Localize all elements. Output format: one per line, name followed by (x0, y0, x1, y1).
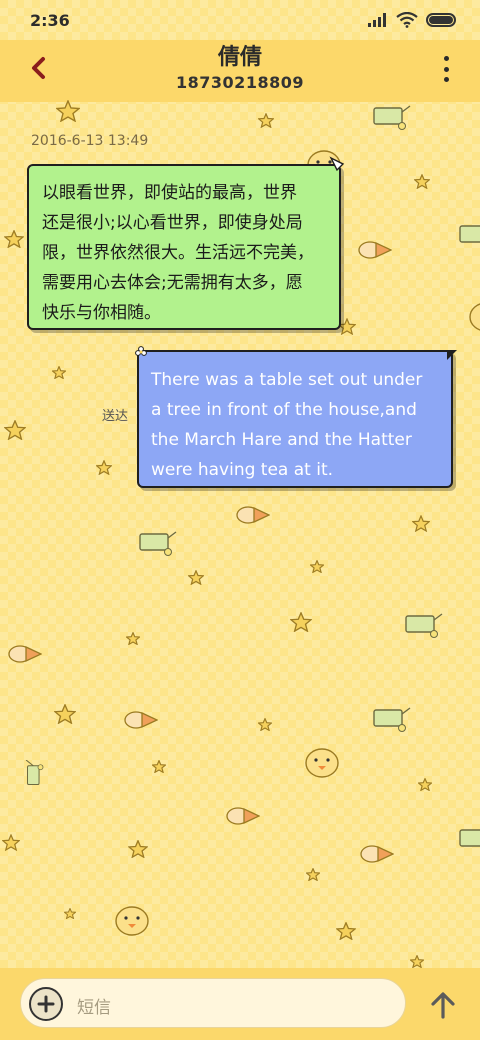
back-button[interactable] (22, 52, 54, 84)
star-decoration-icon (152, 760, 166, 773)
drink-decoration-icon (459, 829, 480, 847)
star-decoration-icon (258, 113, 274, 128)
ice-cream-decoration-icon (358, 241, 392, 259)
arrow-up-icon (431, 992, 455, 1019)
flower-decoration-icon (135, 346, 147, 356)
chick-decoration-icon (469, 303, 480, 331)
delivery-status: 送达 (102, 409, 129, 424)
message-line: 限，世界依然很大。生活远不完美， (42, 243, 314, 263)
star-decoration-icon (418, 778, 432, 791)
star-decoration-icon (56, 100, 80, 122)
signal-icon (368, 13, 386, 27)
conversation-header: 倩倩 18730218809 (0, 40, 480, 102)
message-line: 需要用心去体会;无需拥有太多，愿 (42, 273, 303, 293)
composer-bar: 短信 (0, 968, 480, 1040)
message-line: a tree in front of the house,and (151, 400, 417, 420)
star-decoration-icon (96, 460, 112, 475)
drink-decoration-icon (405, 613, 443, 638)
star-decoration-icon (258, 718, 272, 731)
star-decoration-icon (188, 570, 204, 585)
outgoing-message-bubble[interactable]: There was a table set out under a tree i… (135, 346, 457, 488)
ice-cream-decoration-icon (124, 711, 158, 729)
drink-decoration-icon (459, 225, 480, 243)
star-decoration-icon (310, 560, 324, 573)
message-input[interactable]: 短信 (20, 978, 406, 1028)
star-decoration-icon (290, 612, 312, 632)
star-decoration-icon (128, 840, 148, 858)
more-vertical-icon (443, 56, 449, 61)
star-decoration-icon (126, 632, 140, 645)
message-line: 快乐与你相随。 (42, 303, 161, 323)
battery-icon (426, 13, 456, 27)
ice-cream-decoration-icon (360, 845, 394, 863)
message-line: There was a table set out under (151, 370, 423, 390)
drink-decoration-icon (139, 531, 177, 556)
star-decoration-icon (64, 908, 76, 919)
status-bar: 2:36 (0, 0, 480, 40)
star-decoration-icon (412, 515, 430, 532)
message-input-placeholder: 短信 (77, 998, 111, 1018)
star-decoration-icon (54, 704, 76, 724)
star-decoration-icon (2, 834, 20, 851)
star-decoration-icon (410, 955, 424, 968)
incoming-message-bubble[interactable]: 以眼看世界，即使站的最高，世界 还是很小;以心看世界，即使身处局 限，世界依然很… (27, 156, 345, 330)
status-icons (368, 12, 456, 28)
status-time: 2:36 (30, 10, 70, 30)
contact-title[interactable]: 倩倩 18730218809 (90, 44, 390, 94)
chick-decoration-icon (115, 906, 149, 936)
message-timestamp: 2016-6-13 13:49 (31, 133, 149, 149)
ice-cream-decoration-icon (8, 645, 42, 663)
chevron-left-icon (32, 57, 45, 79)
more-options-button[interactable] (440, 56, 452, 82)
add-attachment-button[interactable] (29, 987, 63, 1021)
star-decoration-icon (4, 420, 26, 440)
drink-decoration-icon (25, 760, 44, 786)
message-line: the March Hare and the Hatter (151, 430, 412, 450)
star-decoration-icon (4, 230, 24, 248)
message-line: were having tea at it. (151, 460, 334, 480)
message-line: 还是很小;以心看世界，即使身处局 (42, 213, 303, 233)
contact-number: 18730218809 (176, 73, 304, 92)
drink-decoration-icon (373, 707, 411, 732)
star-decoration-icon (336, 922, 356, 940)
bubble-corner-decoration-icon (329, 156, 345, 172)
send-button[interactable] (428, 990, 458, 1020)
star-decoration-icon (414, 174, 430, 189)
contact-name: 倩倩 (217, 45, 262, 70)
star-decoration-icon (306, 868, 320, 881)
chick-decoration-icon (305, 748, 339, 778)
wifi-icon (396, 12, 418, 28)
plus-icon (37, 995, 55, 1013)
ice-cream-decoration-icon (226, 807, 260, 825)
ice-cream-decoration-icon (236, 506, 270, 524)
message-line: 以眼看世界，即使站的最高，世界 (42, 183, 297, 203)
star-decoration-icon (52, 366, 66, 379)
drink-decoration-icon (373, 105, 411, 130)
